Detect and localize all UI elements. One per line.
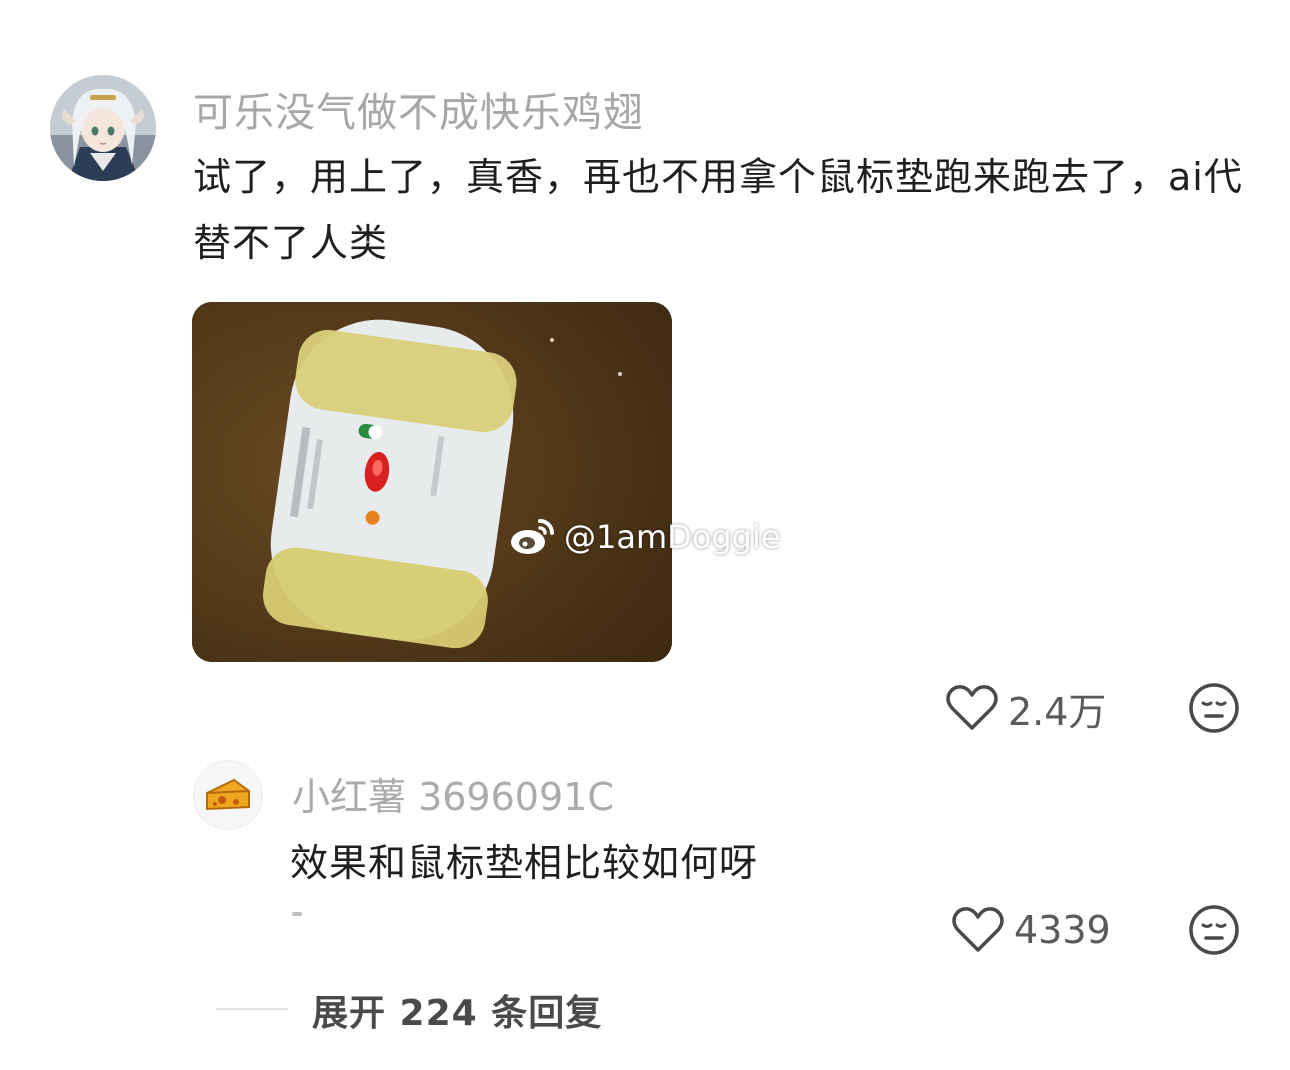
avatar-illustration	[50, 75, 156, 181]
reply-like-button[interactable]: 4339	[952, 904, 1111, 956]
heart-outline-icon	[952, 907, 1004, 952]
reply-meta-mark	[292, 912, 302, 916]
reply-username[interactable]: 小红薯 3696091C	[292, 766, 614, 821]
expand-divider	[216, 1008, 288, 1010]
like-button[interactable]: 2.4万	[946, 682, 1106, 734]
meh-face-icon	[1189, 683, 1239, 733]
reply-avatar[interactable]	[193, 760, 263, 830]
reply-dislike-button[interactable]	[1188, 904, 1240, 956]
meh-face-icon	[1189, 905, 1239, 955]
mouse-photo	[192, 302, 672, 662]
heart-outline-icon	[946, 685, 998, 730]
expand-replies-button[interactable]: 展开 224 条回复	[312, 984, 602, 1036]
comment-username[interactable]: 可乐没气做不成快乐鸡翅	[193, 80, 644, 138]
image-watermark: @1amDoggie	[510, 512, 781, 562]
reply-like-count: 4339	[1014, 908, 1111, 952]
comment-image[interactable]	[192, 302, 672, 662]
cheese-icon	[206, 778, 250, 811]
comment-text: 试了，用上了，真香，再也不用拿个鼠标垫跑来跑去了，ai代替不了人类	[193, 155, 1243, 265]
dislike-button[interactable]	[1188, 682, 1240, 734]
reply-text: 效果和鼠标垫相比较如何呀	[290, 841, 759, 885]
like-count: 2.4万	[1008, 689, 1107, 734]
user-avatar[interactable]	[50, 75, 156, 181]
watermark-text: @1amDoggie	[564, 518, 781, 556]
weibo-logo-icon	[511, 519, 554, 554]
